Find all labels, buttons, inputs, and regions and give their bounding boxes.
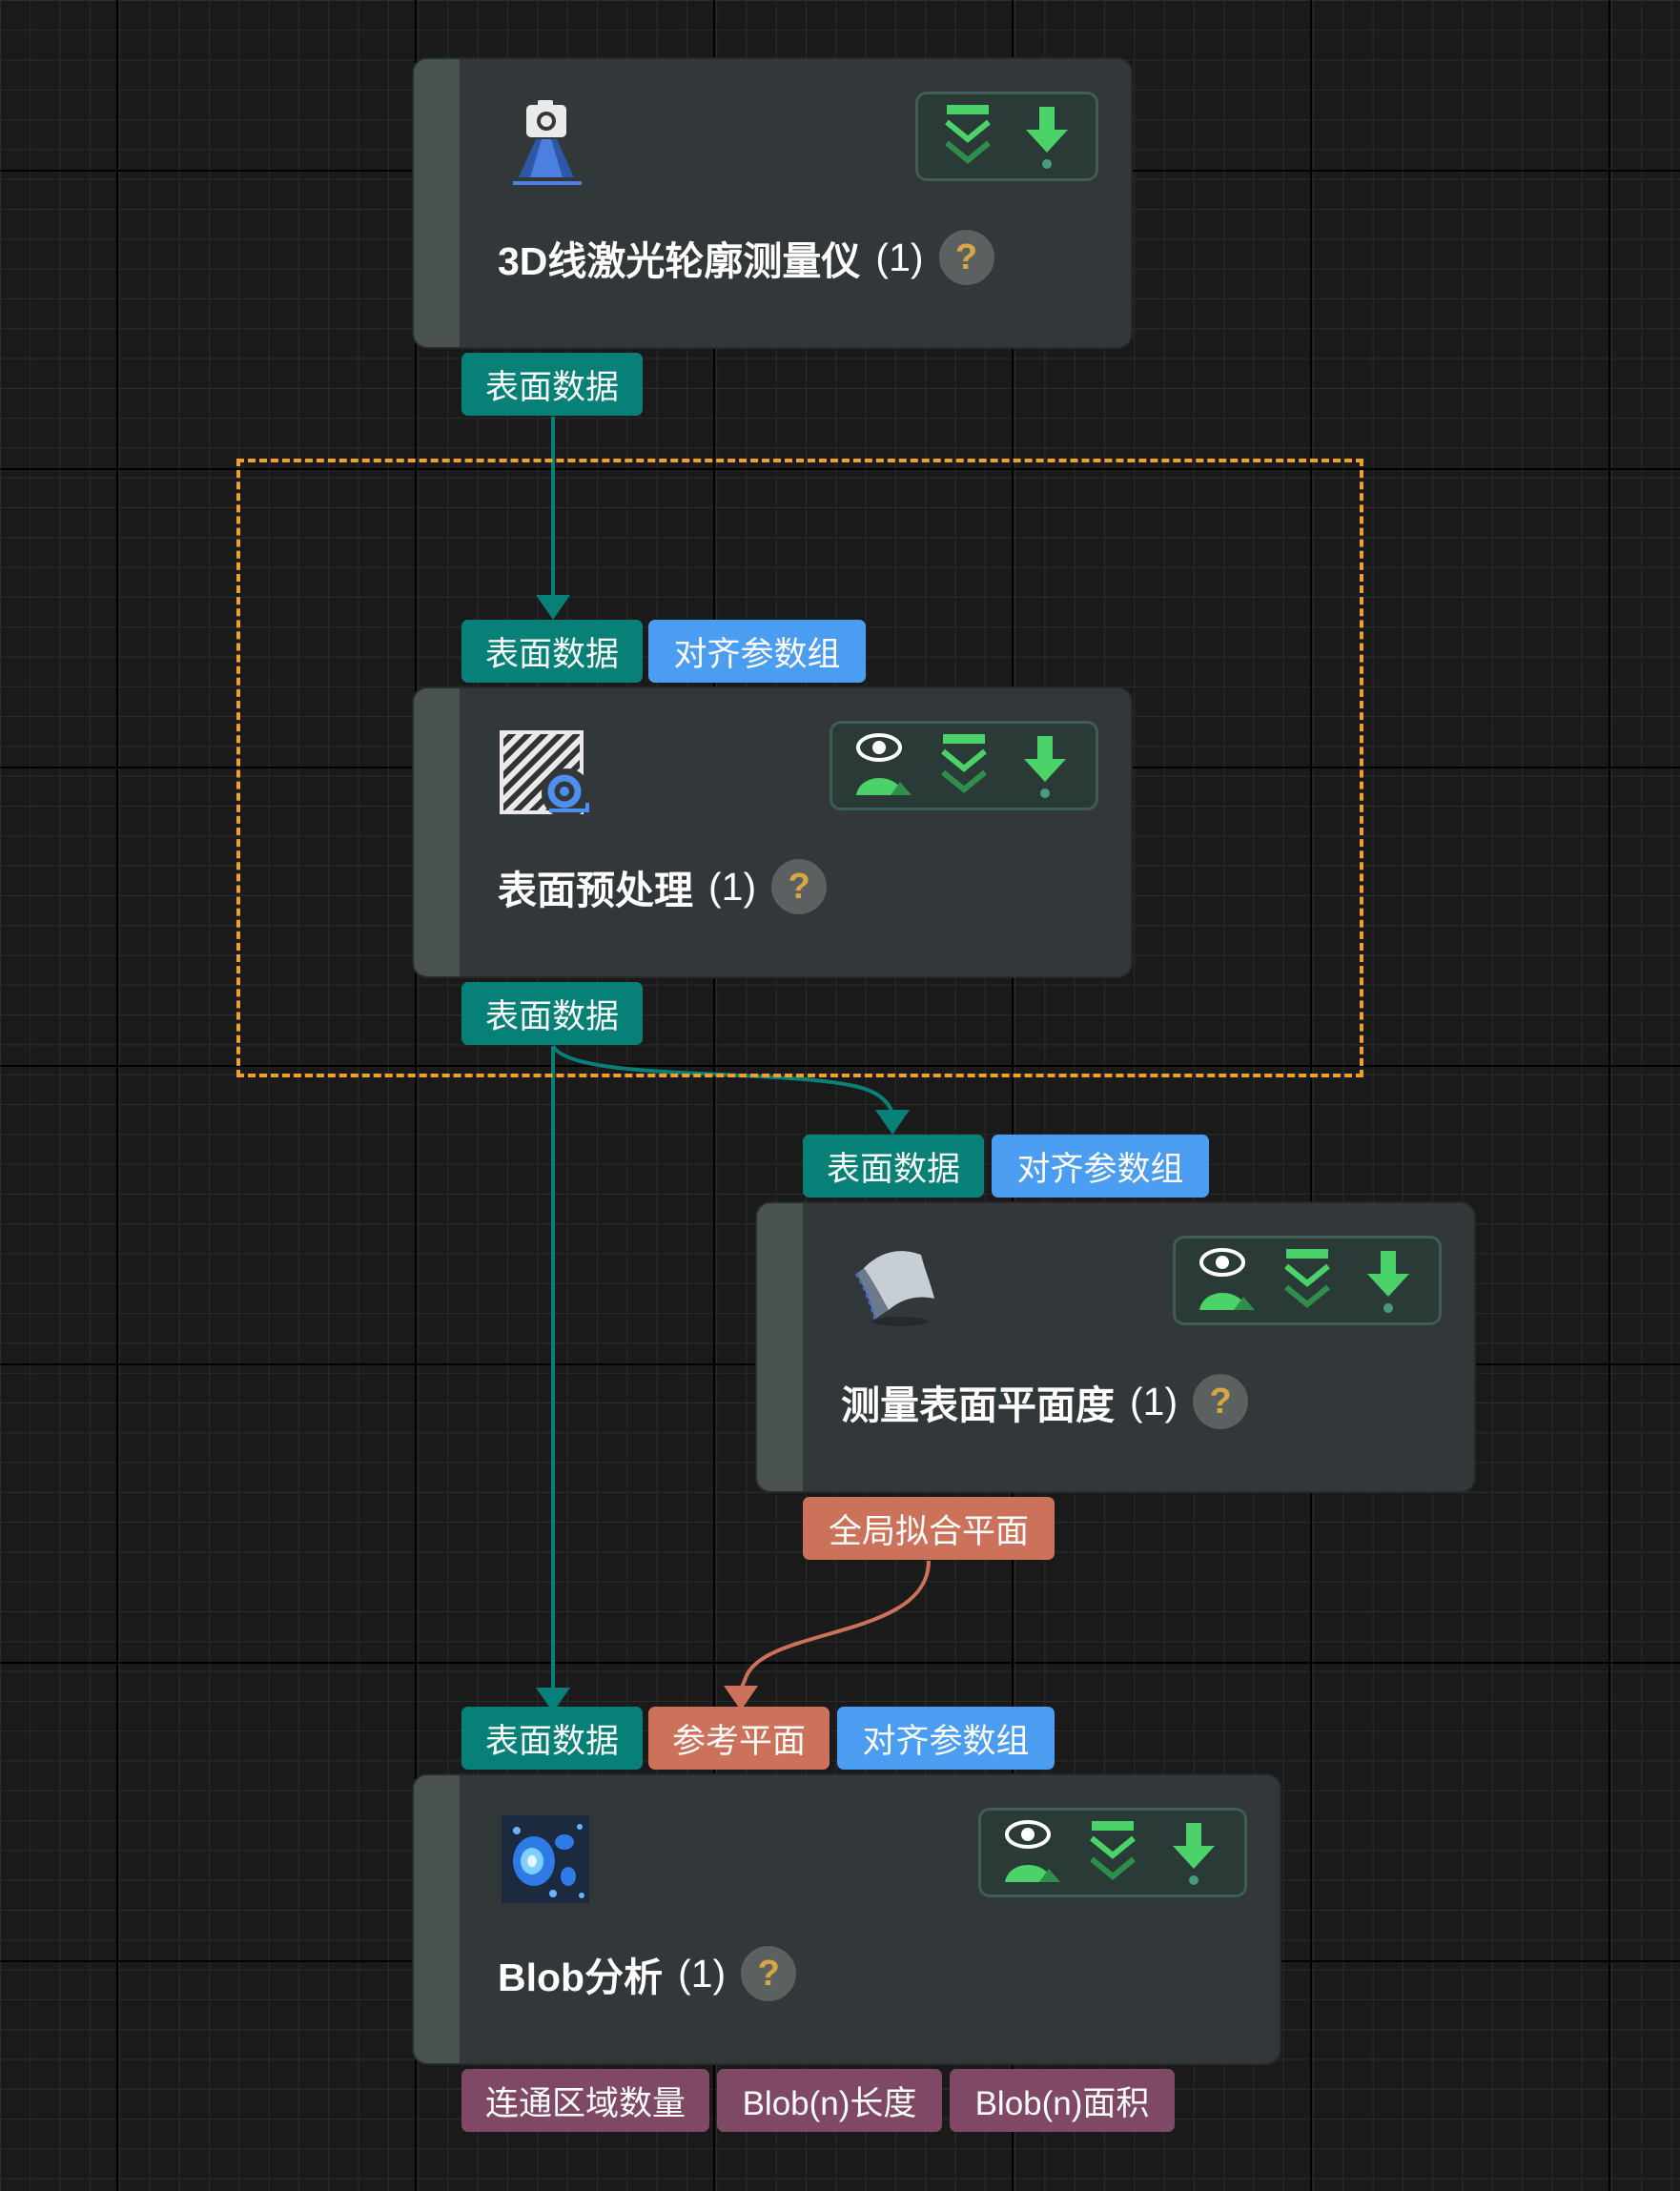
surface-preprocess-icon [500,730,591,818]
output-port-blob-length[interactable]: Blob(n)长度 [717,2069,942,2132]
node-count: (1) [678,1951,727,1996]
node-stripe [414,1775,460,2063]
input-port-surface-data[interactable]: 表面数据 [461,620,643,683]
visualize-icon[interactable] [1001,1818,1062,1887]
input-port-align-params[interactable]: 对齐参数组 [648,620,866,683]
node-title-text: Blob分析 [498,1956,664,1999]
node-title-text: 表面预处理 [498,869,693,912]
node-toolbar [1173,1236,1442,1325]
input-port-align-params[interactable]: 对齐参数组 [992,1135,1209,1198]
node-title: 3D线激光轮廓测量仪 (1) ? [498,229,994,286]
node-title: 表面预处理 (1) ? [498,858,828,915]
node-toolbar [830,721,1098,810]
help-icon[interactable]: ? [771,859,828,914]
step-into-icon[interactable] [937,102,998,171]
node-stripe [414,688,460,976]
input-port-reference-plane[interactable]: 参考平面 [648,1707,830,1770]
download-icon[interactable] [1016,102,1077,171]
wire-flatness-to-blob[interactable] [724,1560,931,1710]
node-title: 测量表面平面度 (1) ? [841,1373,1249,1430]
output-port-region-count[interactable]: 连通区域数量 [461,2069,709,2132]
output-port-surface-data[interactable]: 表面数据 [461,353,643,416]
input-port-surface-data[interactable]: 表面数据 [803,1135,984,1198]
download-icon[interactable] [1014,731,1076,800]
help-icon[interactable]: ? [741,1946,797,2001]
visualize-icon[interactable] [1196,1246,1257,1315]
wire-preprocess-to-blob[interactable] [536,1046,570,1712]
node-flatness[interactable]: 测量表面平面度 (1) ? [757,1203,1474,1491]
node-stripe [414,59,460,347]
input-port-surface-data[interactable]: 表面数据 [461,1707,643,1770]
node-title: Blob分析 (1) ? [498,1945,797,2002]
surface-flatness-icon [854,1251,934,1326]
download-icon[interactable] [1358,1246,1419,1315]
node-title-text: 3D线激光轮廓测量仪 [498,239,861,283]
node-count: (1) [1130,1379,1178,1423]
node-title-text: 测量表面平面度 [841,1383,1115,1427]
node-blob[interactable]: Blob分析 (1) ? [414,1775,1280,2063]
output-port-blob-area[interactable]: Blob(n)面积 [950,2069,1175,2132]
node-profiler[interactable]: 3D线激光轮廓测量仪 (1) ? [414,59,1131,347]
node-toolbar [978,1808,1247,1897]
node-stripe [757,1203,803,1491]
step-into-icon[interactable] [1277,1246,1338,1315]
camera-laser-icon [513,100,582,185]
help-icon[interactable]: ? [1193,1374,1249,1429]
step-into-icon[interactable] [933,731,994,800]
node-count: (1) [708,864,757,909]
help-icon[interactable]: ? [938,230,994,285]
download-icon[interactable] [1163,1818,1224,1887]
node-count: (1) [875,235,924,279]
input-port-align-params[interactable]: 对齐参数组 [837,1707,1055,1770]
node-preprocess[interactable]: 表面预处理 (1) ? [414,688,1131,976]
output-port-surface-data[interactable]: 表面数据 [461,982,643,1045]
node-toolbar [915,92,1098,181]
blob-analysis-icon [502,1815,589,1903]
visualize-icon[interactable] [852,731,913,800]
output-port-global-fit-plane[interactable]: 全局拟合平面 [803,1497,1055,1560]
step-into-icon[interactable] [1082,1818,1143,1887]
